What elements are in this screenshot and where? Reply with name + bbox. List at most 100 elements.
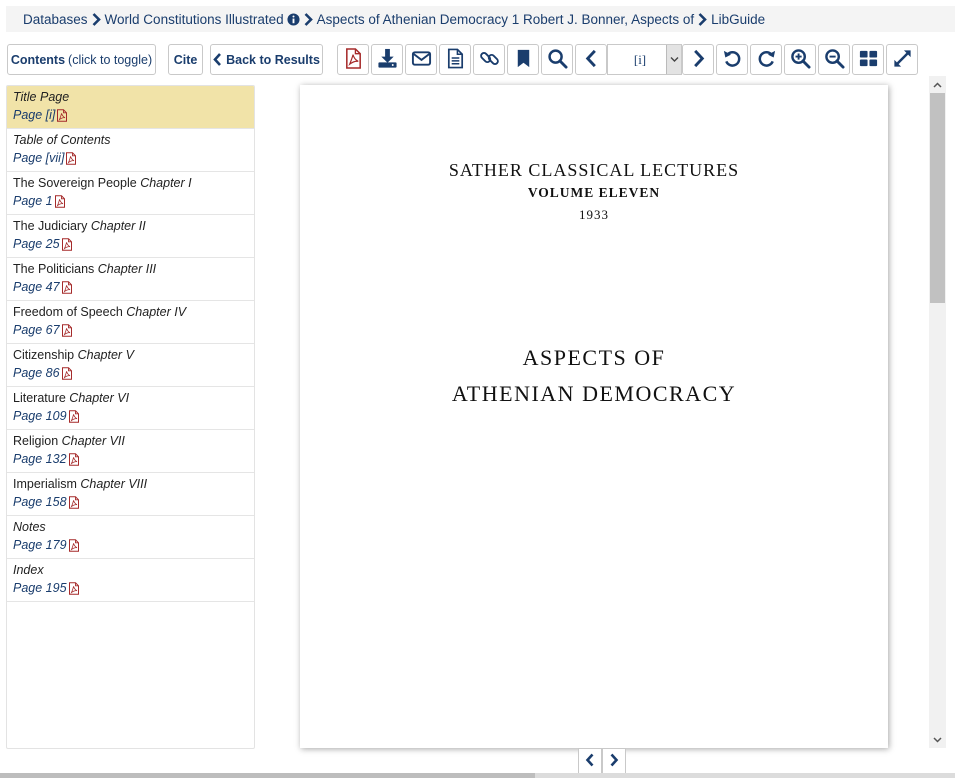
pdf-icon[interactable] [68,453,80,466]
toc-page-link[interactable]: Page 109 [13,408,80,426]
toc-item-heading: Table of Contents [13,132,248,150]
pdf-icon[interactable] [68,539,80,552]
pdf-icon[interactable] [68,582,80,595]
back-to-results-button[interactable]: Back to Results [210,44,323,75]
toc-item-subtitle: Chapter VI [69,391,130,405]
toc-page-link[interactable]: Page 132 [13,451,80,469]
document-text-icon [445,48,466,72]
thumbnails-button[interactable] [852,44,884,75]
pdf-icon[interactable] [68,410,80,423]
chevron-down-icon[interactable] [666,45,681,74]
toc-item-subtitle: Chapter III [97,262,157,276]
toc-item[interactable]: The Judiciary Chapter II Page 25 [7,215,254,258]
scroll-down-icon[interactable] [929,731,946,748]
contents-toggle-button[interactable]: Contents (click to toggle) [7,44,156,75]
toc-item[interactable]: Religion Chapter VII Page 132 [7,430,254,473]
link-icon [479,48,500,72]
toc-item-heading: The Judiciary Chapter II [13,218,248,236]
toc-item-heading: Imperialism Chapter VIII [13,476,248,494]
pdf-icon[interactable] [65,152,77,165]
toc-page-label: Page 132 [13,451,67,466]
book-title-line-1: ASPECTS OF [522,345,666,370]
bottom-previous-page-button[interactable] [578,748,602,776]
text-view-button[interactable] [439,44,471,75]
download-button[interactable] [371,44,403,75]
bottom-page-nav [578,748,626,776]
rotate-left-button[interactable] [716,44,748,75]
scroll-up-icon[interactable] [929,76,946,93]
toc-item[interactable]: Freedom of Speech Chapter IV Page 67 [7,301,254,344]
toc-item-heading: Freedom of Speech Chapter IV [13,304,248,322]
toc-item-subtitle: Chapter VII [61,434,125,448]
toc-item[interactable]: The Politicians Chapter III Page 47 [7,258,254,301]
toc-item-subtitle: Chapter VIII [80,477,148,491]
document-page-viewer[interactable]: SATHER CLASSICAL LECTURES VOLUME ELEVEN … [300,85,888,748]
rotate-left-icon [722,48,743,72]
pdf-icon[interactable] [56,109,68,122]
toc-item[interactable]: Table of Contents Page [vii] [7,129,254,172]
pdf-icon[interactable] [61,238,73,251]
toc-page-link[interactable]: Page 195 [13,580,80,598]
chevron-right-icon [304,12,313,26]
toc-page-link[interactable]: Page [vii] [13,150,77,168]
volume-label: VOLUME ELEVEN [527,185,661,200]
zoom-out-button[interactable] [818,44,850,75]
info-icon[interactable] [287,12,300,26]
viewer-scrollbar[interactable] [929,76,946,748]
zoom-in-button[interactable] [784,44,816,75]
toc-item-subtitle: Table of Contents [13,133,111,147]
pdf-icon[interactable] [61,367,73,380]
search-button[interactable] [541,44,573,75]
pdf-icon[interactable] [54,195,66,208]
toc-item-title: The Politicians [13,262,95,276]
toc-item-heading: The Politicians Chapter III [13,261,248,279]
horizontal-scrollbar-thumb[interactable] [0,773,535,778]
breadcrumb-databases[interactable]: Databases [23,12,88,27]
pdf-icon[interactable] [61,281,73,294]
bottom-next-page-button[interactable] [602,748,626,776]
pdf-icon[interactable] [68,496,80,509]
page-select[interactable]: [i] [607,44,682,75]
pdf-button[interactable] [337,44,369,75]
toc-page-link[interactable]: Page 1 [13,193,66,211]
toc-page-link[interactable]: Page 47 [13,279,73,297]
download-icon [377,48,398,72]
toc-item[interactable]: Title Page Page [i] [7,86,254,129]
cite-button[interactable]: Cite [168,44,203,75]
next-page-button[interactable] [682,44,714,75]
toc-page-link[interactable]: Page [i] [13,107,68,125]
table-of-contents: Title Page Page [i] Table of Contents Page … [6,85,255,749]
rotate-right-button[interactable] [750,44,782,75]
toc-page-link[interactable]: Page 158 [13,494,80,512]
email-button[interactable] [405,44,437,75]
toc-page-label: Page 195 [13,580,67,595]
previous-page-button[interactable] [575,44,607,75]
toc-page-link[interactable]: Page 67 [13,322,73,340]
toc-page-link[interactable]: Page 86 [13,365,73,383]
chevron-left-icon [581,48,602,72]
toc-page-link[interactable]: Page 179 [13,537,80,555]
toc-item[interactable]: The Sovereign People Chapter I Page 1 [7,172,254,215]
permalink-button[interactable] [473,44,505,75]
chevron-right-icon [92,12,101,26]
scrollbar-thumb[interactable] [930,93,945,303]
fullscreen-button[interactable] [886,44,918,75]
breadcrumb-world-constitutions[interactable]: World Constitutions Illustrated [105,12,284,27]
breadcrumb-document[interactable]: Aspects of Athenian Democracy 1 Robert J… [317,12,694,27]
toc-item[interactable]: Notes Page 179 [7,516,254,559]
bookmark-button[interactable] [507,44,539,75]
chevron-right-icon [688,48,709,72]
horizontal-scrollbar[interactable] [0,773,955,778]
toc-item-heading: Religion Chapter VII [13,433,248,451]
toc-item[interactable]: Literature Chapter VI Page 109 [7,387,254,430]
toc-page-label: Page 67 [13,322,60,337]
chevron-left-icon [585,753,595,772]
toc-item[interactable]: Citizenship Chapter V Page 86 [7,344,254,387]
toc-item[interactable]: Imperialism Chapter VIII Page 158 [7,473,254,516]
breadcrumb-libguide[interactable]: LibGuide [711,12,765,27]
toc-page-label: Page 179 [13,537,67,552]
toc-item[interactable]: Index Page 195 [7,559,254,602]
toc-page-label: Page 109 [13,408,67,423]
toc-page-link[interactable]: Page 25 [13,236,73,254]
pdf-icon[interactable] [61,324,73,337]
